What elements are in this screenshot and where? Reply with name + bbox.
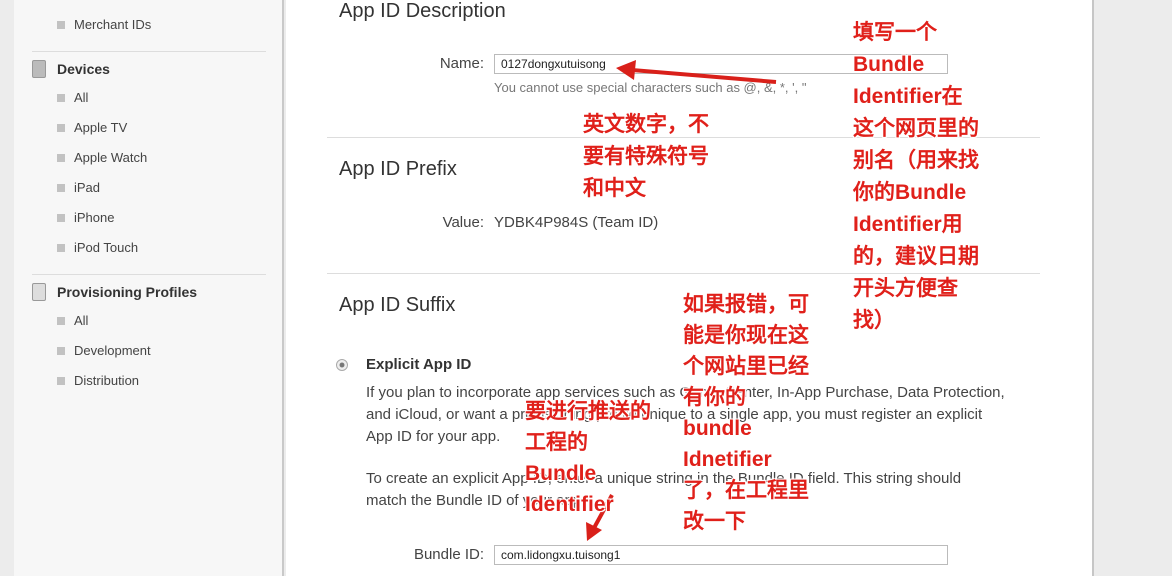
annotation-name-note: 填写一个 Bundle Identifier在 这个网页里的 别名（用来找 你的… xyxy=(853,21,979,332)
arrow-to-name-icon xyxy=(616,60,777,84)
annotation-bundle-note: 要进行推送的 工程的 Bundle Identifier xyxy=(525,400,651,516)
annotation-chars-note: 英文数字，不 要有特殊符号 和中文 xyxy=(583,113,709,200)
annotation-error-note: 如果报错，可 能是你现在这 个网站里已经 有你的 bundle Idnetifi… xyxy=(683,293,809,533)
